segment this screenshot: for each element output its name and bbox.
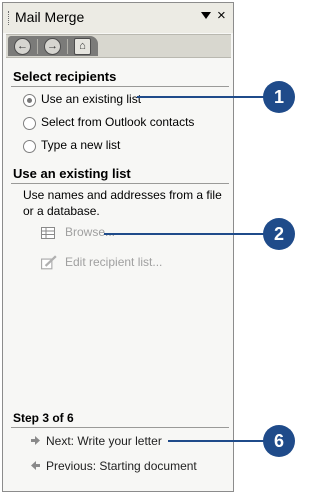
section-divider (11, 86, 229, 87)
callout-leader-line (168, 440, 265, 442)
pane-menu-dropdown-icon[interactable] (201, 12, 211, 19)
back-arrow-icon[interactable]: ← (14, 38, 31, 55)
section-divider (11, 427, 229, 428)
nav-separator (37, 39, 38, 54)
radio-label: Select from Outlook contacts (41, 115, 195, 129)
nav-button-group: ← → ⌂ (8, 36, 98, 56)
forward-arrow-icon[interactable]: → (44, 38, 61, 55)
step-indicator: Step 3 of 6 (13, 411, 74, 425)
callout-leader-line (137, 96, 265, 98)
edit-recipient-list-label: Edit recipient list... (65, 255, 163, 269)
callout-badge-1: 1 (263, 81, 295, 113)
radio-button[interactable] (23, 140, 36, 153)
callout-badge-2: 2 (263, 218, 295, 250)
radio-label: Use an existing list (41, 92, 142, 106)
next-step-label: Next: Write your letter (46, 434, 162, 448)
edit-pencil-icon (41, 255, 57, 270)
left-arrow-icon (31, 461, 40, 470)
nav-separator (67, 39, 68, 54)
section-divider (11, 183, 229, 184)
previous-step-label: Previous: Starting document (46, 459, 197, 473)
radio-button[interactable] (23, 117, 36, 130)
close-icon[interactable]: × (217, 6, 226, 26)
task-pane-titlebar: Mail Merge × (3, 3, 233, 33)
callout-leader-line (104, 233, 265, 235)
table-icon (41, 227, 55, 239)
task-pane-navbar: ← → ⌂ (6, 34, 231, 58)
select-recipients-heading: Select recipients (13, 69, 117, 84)
use-existing-list-heading: Use an existing list (13, 166, 131, 181)
pane-title: Mail Merge (15, 9, 85, 25)
radio-label: Type a new list (41, 138, 121, 152)
right-arrow-icon (31, 436, 40, 445)
home-icon[interactable]: ⌂ (74, 38, 91, 55)
existing-list-description: Use names and addresses from a file or a… (23, 188, 222, 218)
grip-handle[interactable] (8, 11, 12, 25)
browse-label: Browse... (65, 225, 116, 239)
radio-button[interactable] (23, 94, 36, 107)
mail-merge-task-pane: Mail Merge × ← → ⌂ Select recipients Use… (2, 2, 234, 492)
callout-badge-6: 6 (263, 425, 295, 457)
